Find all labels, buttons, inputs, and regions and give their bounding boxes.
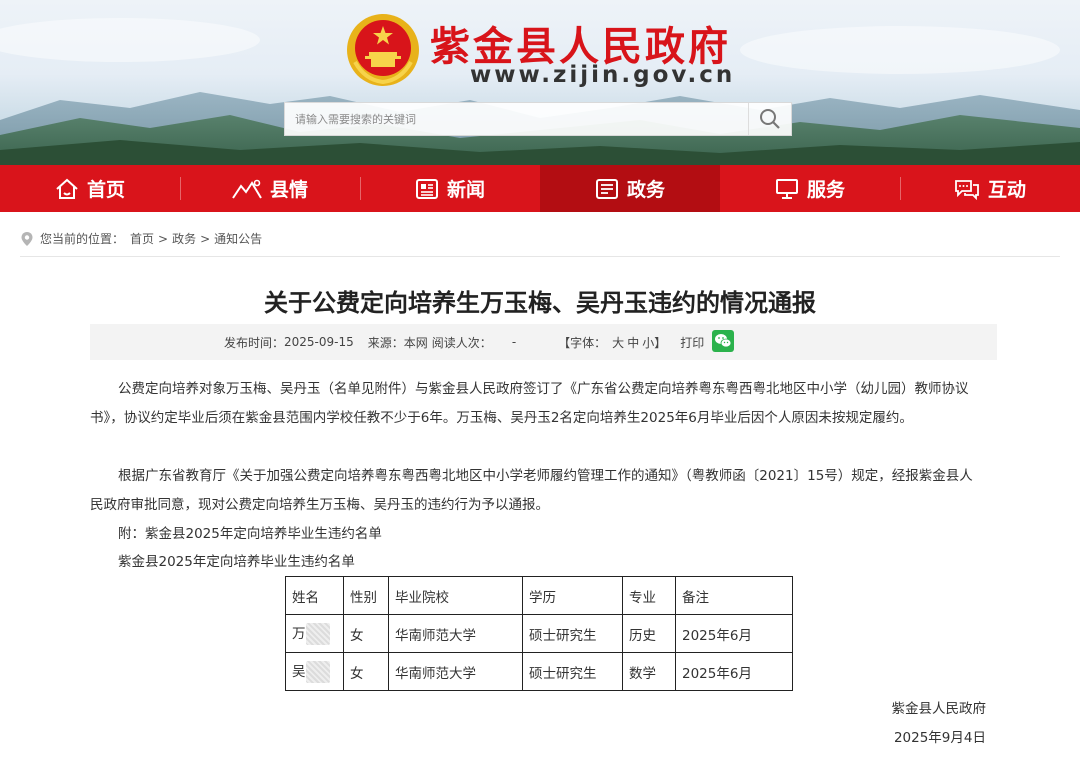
publish-label: 发布时间：	[224, 335, 285, 350]
nav-item-county[interactable]: 县情	[180, 165, 360, 212]
nav-label: 新闻	[446, 179, 485, 201]
header-banner: 紫金县人民政府 www.zijin.gov.cn	[0, 0, 1080, 165]
table-header-cell: 性别	[343, 576, 389, 615]
breadcrumb-link-government[interactable]: 政务	[172, 230, 196, 247]
nav-item-government[interactable]: 政务	[540, 165, 720, 212]
sign-date: 2025年9月4日	[893, 730, 986, 746]
table-cell: 华南师范大学	[388, 614, 523, 653]
document-icon	[595, 178, 619, 200]
location-pin-icon	[21, 231, 33, 246]
font-size-close-bracket: 】	[654, 335, 667, 350]
home-icon	[55, 178, 79, 200]
divider	[20, 256, 1060, 257]
breadcrumb-link-home[interactable]: 首页	[130, 230, 154, 247]
views-label: 阅读人次：	[431, 335, 492, 350]
breadcrumb: 您当前的位置： 首页 > 政务 > 通知公告	[20, 230, 262, 247]
table-cell: 2025年6月	[675, 652, 793, 691]
signature: 紫金县人民政府	[891, 701, 987, 717]
nav-label: 互动	[987, 179, 1026, 201]
table-header-cell: 毕业院校	[388, 576, 523, 615]
nav-item-home[interactable]: 首页	[0, 165, 180, 212]
wechat-share-icon[interactable]	[712, 329, 735, 355]
search-button[interactable]	[748, 103, 791, 135]
article-paragraph: 根据广东省教育厅《关于加强公费定向培养粤东粤西粤北地区中小学老师履约管理工作的通…	[90, 468, 973, 513]
table-header-cell: 备注	[675, 576, 793, 615]
nav-item-news[interactable]: 新闻	[360, 165, 540, 212]
table-cell: 女	[343, 652, 389, 691]
table-row: 吴 女 华南师范大学 硕士研究生 数学 2025年6月	[285, 652, 793, 691]
mountain-icon	[232, 178, 262, 200]
national-emblem-icon	[347, 14, 419, 86]
attachment-note: 附：紫金县2025年定向培养毕业生违约名单	[118, 526, 382, 542]
table-row: 万 女 华南师范大学 硕士研究生 历史 2025年6月	[285, 614, 793, 653]
table-header-row: 姓名 性别 毕业院校 学历 专业 备注	[285, 576, 793, 615]
search-box	[284, 102, 792, 136]
chat-icon	[954, 178, 980, 200]
article-meta-bar: 发布时间： 2025-09-15 来源： 本网 阅读人次： - 【字体： 大 中…	[90, 324, 997, 360]
nav-item-service[interactable]: 服务	[720, 165, 900, 212]
table-cell: 华南师范大学	[388, 652, 523, 691]
nav-label: 服务	[806, 179, 845, 201]
font-size-large-button[interactable]: 大	[612, 334, 624, 351]
violation-list-table: 姓名 性别 毕业院校 学历 专业 备注 万 女 华南师范大学 硕士研究生 历史 …	[285, 576, 793, 691]
table-cell: 2025年6月	[675, 614, 793, 653]
main-nav: 首页 县情 新闻 政务 服务 互动	[0, 165, 1080, 212]
search-input[interactable]	[285, 103, 750, 135]
table-caption: 紫金县2025年定向培养毕业生违约名单	[118, 554, 355, 570]
source-label: 来源：	[367, 335, 404, 350]
source-value: 本网	[403, 335, 428, 350]
table-header-cell: 姓名	[285, 576, 344, 615]
table-cell-name: 万	[285, 614, 344, 653]
nav-label: 首页	[86, 179, 125, 201]
font-size-label: 【字体：	[558, 335, 607, 350]
site-url: www.zijin.gov.cn	[470, 62, 736, 88]
table-cell: 硕士研究生	[522, 652, 623, 691]
nav-item-interaction[interactable]: 互动	[900, 165, 1080, 212]
table-cell: 数学	[622, 652, 676, 691]
table-cell: 硕士研究生	[522, 614, 623, 653]
table-header-cell: 学历	[522, 576, 623, 615]
article-title: 关于公费定向培养生万玉梅、吴丹玉违约的情况通报	[264, 289, 816, 317]
newspaper-icon	[415, 178, 439, 200]
font-size-medium-button[interactable]: 中	[627, 334, 639, 351]
monitor-icon	[775, 178, 799, 200]
table-cell-name: 吴	[285, 652, 344, 691]
views-value: -	[511, 335, 517, 349]
search-icon	[760, 109, 780, 129]
article-paragraph: 公费定向培养对象万玉梅、吴丹玉（名单见附件）与紫金县人民政府签订了《广东省公费定…	[90, 381, 969, 426]
table-cell: 女	[343, 614, 389, 653]
font-size-small-button[interactable]: 小	[642, 334, 654, 351]
redacted-mask	[305, 623, 330, 645]
breadcrumb-separator: >	[200, 231, 211, 246]
nav-label: 县情	[269, 179, 308, 201]
table-header-cell: 专业	[622, 576, 676, 615]
breadcrumb-prefix: 您当前的位置：	[40, 232, 125, 246]
print-button[interactable]: 打印	[680, 334, 704, 351]
breadcrumb-link-notices[interactable]: 通知公告	[214, 230, 262, 247]
nav-label: 政务	[626, 179, 665, 201]
publish-date: 2025-09-15	[284, 335, 354, 349]
table-cell: 历史	[622, 614, 676, 653]
redacted-mask	[305, 661, 330, 683]
breadcrumb-separator: >	[158, 231, 169, 246]
